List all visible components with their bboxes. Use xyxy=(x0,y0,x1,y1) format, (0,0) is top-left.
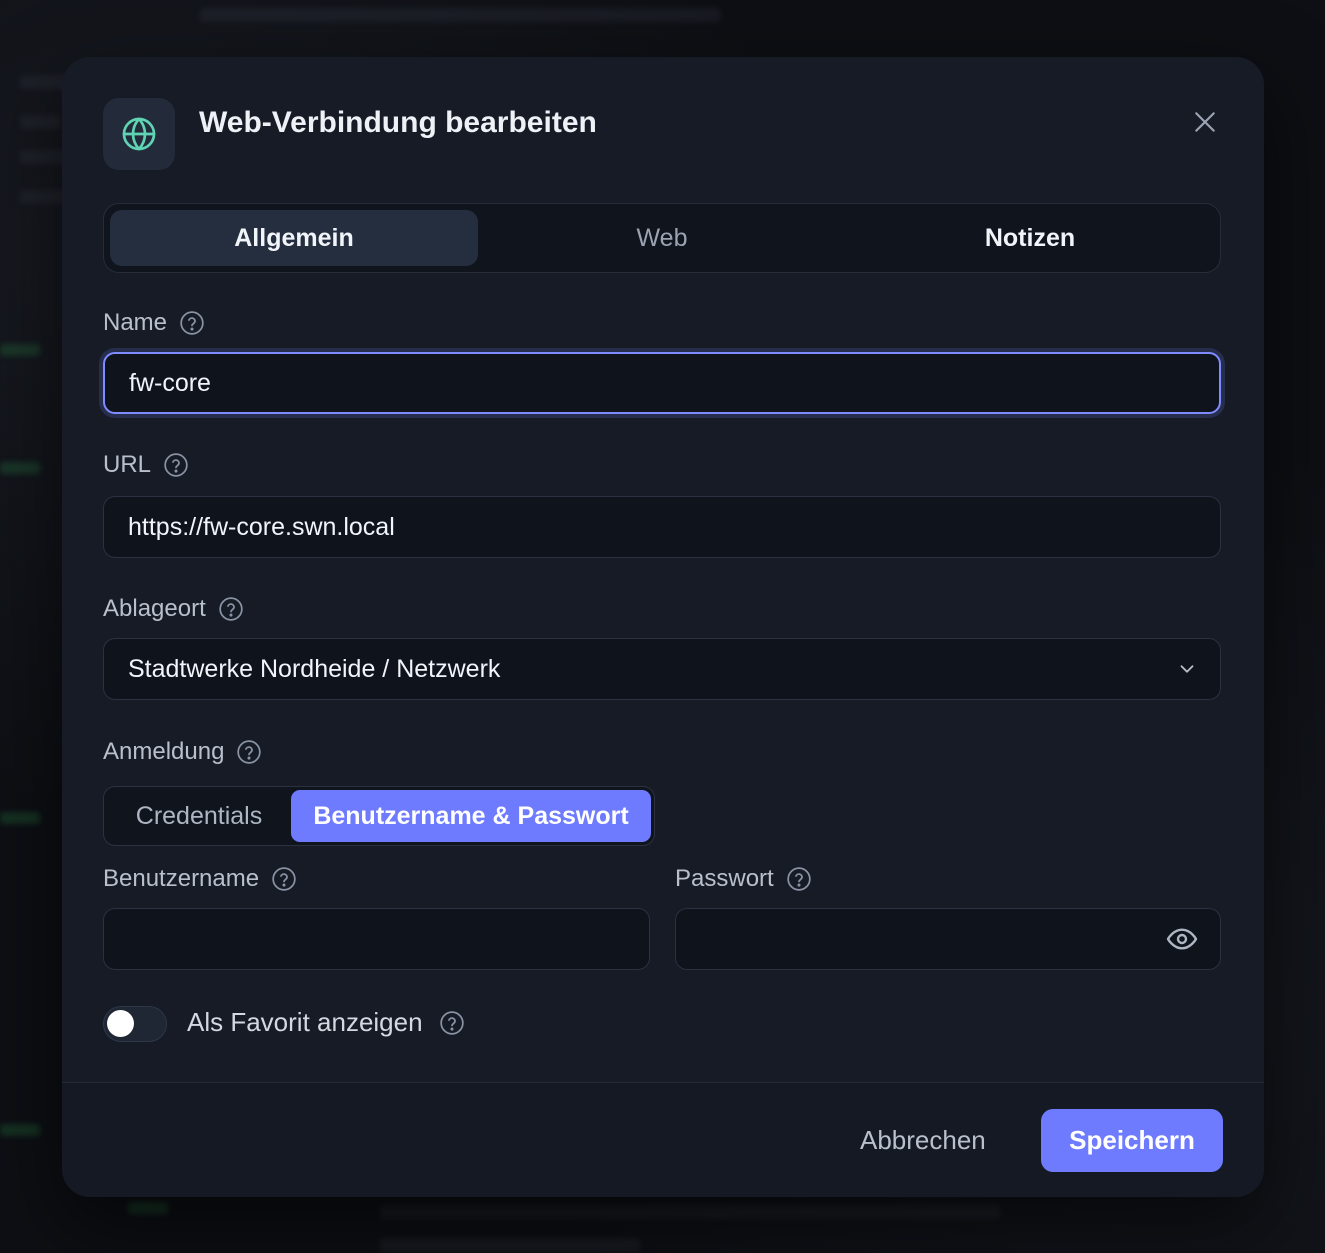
help-icon[interactable] xyxy=(271,866,297,892)
bg-text-line xyxy=(200,8,720,22)
cancel-button[interactable]: Abbrechen xyxy=(860,1109,986,1171)
name-label: Name xyxy=(103,309,205,337)
dialog-footer: Abbrechen Speichern xyxy=(62,1082,1264,1197)
chevron-down-icon xyxy=(1180,665,1194,673)
password-label-text: Passwort xyxy=(675,865,774,892)
bg-text-line xyxy=(20,115,60,129)
tab-allgemein[interactable]: Allgemein xyxy=(110,210,478,266)
help-icon[interactable] xyxy=(163,452,189,478)
help-icon[interactable] xyxy=(179,310,205,336)
name-label-text: Name xyxy=(103,309,168,336)
bg-status-mark xyxy=(128,1202,168,1214)
help-icon[interactable] xyxy=(439,1010,465,1036)
bg-text-line xyxy=(380,1205,1000,1219)
globe-icon xyxy=(103,98,175,170)
password-label: Passwort xyxy=(675,865,812,893)
tab-bar: Allgemein Web Notizen xyxy=(103,203,1221,273)
url-label-text: URL xyxy=(103,451,152,478)
tab-web[interactable]: Web xyxy=(478,210,846,266)
favorite-toggle[interactable] xyxy=(103,1006,167,1042)
bg-text-line xyxy=(380,1238,640,1252)
edit-connection-dialog: Web-Verbindung bearbeiten Allgemein Web … xyxy=(62,57,1264,1197)
username-label-text: Benutzername xyxy=(103,865,260,892)
favorite-label: Als Favorit anzeigen xyxy=(187,1007,465,1038)
location-label-text: Ablageort xyxy=(103,595,206,622)
login-label-text: Anmeldung xyxy=(103,738,225,765)
dialog-header: Web-Verbindung bearbeiten xyxy=(103,98,1223,170)
close-button[interactable] xyxy=(1187,104,1223,140)
help-icon[interactable] xyxy=(236,739,262,765)
login-label: Anmeldung xyxy=(103,738,262,766)
login-option-username-password[interactable]: Benutzername & Passwort xyxy=(291,790,651,842)
bg-text-line xyxy=(20,190,65,204)
url-input[interactable]: https://fw-core.swn.local xyxy=(103,496,1221,558)
dialog-title: Web-Verbindung bearbeiten xyxy=(199,106,597,139)
eye-icon[interactable] xyxy=(1166,923,1198,955)
bg-status-mark xyxy=(0,344,40,356)
username-label: Benutzername xyxy=(103,865,297,893)
password-input[interactable] xyxy=(675,908,1221,970)
location-select[interactable]: Stadtwerke Nordheide / Netzwerk xyxy=(103,638,1221,700)
location-label: Ablageort xyxy=(103,595,244,623)
name-input[interactable]: fw-core xyxy=(103,352,1221,414)
tab-notizen[interactable]: Notizen xyxy=(846,210,1214,266)
username-input[interactable] xyxy=(103,908,650,970)
login-option-credentials[interactable]: Credentials xyxy=(107,790,291,842)
login-method-toggle: Credentials Benutzername & Passwort xyxy=(103,786,655,846)
bg-status-mark xyxy=(0,462,40,474)
bg-status-mark xyxy=(0,812,40,824)
save-button[interactable]: Speichern xyxy=(1041,1109,1223,1172)
url-label: URL xyxy=(103,451,189,479)
bg-status-mark xyxy=(0,1124,40,1136)
location-selected-value: Stadtwerke Nordheide / Netzwerk xyxy=(128,654,501,683)
favorite-label-text: Als Favorit anzeigen xyxy=(187,1007,423,1037)
close-icon xyxy=(1195,112,1215,132)
help-icon[interactable] xyxy=(218,596,244,622)
toggle-knob xyxy=(107,1010,134,1037)
help-icon[interactable] xyxy=(786,866,812,892)
